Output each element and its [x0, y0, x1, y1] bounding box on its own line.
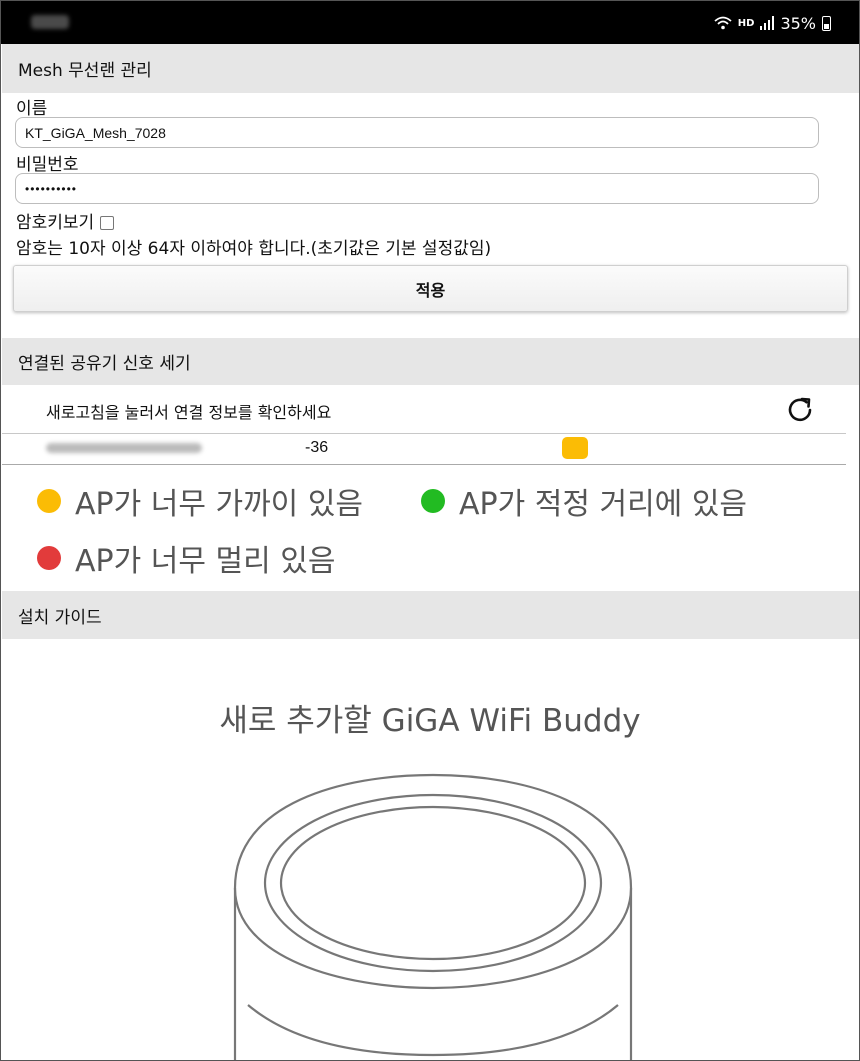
password-rule-text: 암호는 10자 이상 64자 이하여야 합니다.(초기값은 기본 설정값임): [16, 239, 492, 259]
battery-icon: [822, 15, 831, 31]
legend-label: AP가 너무 멀리 있음: [75, 544, 336, 579]
yellow-dot-icon: [37, 489, 61, 513]
guide-section-header: 설치 가이드: [2, 591, 859, 639]
legend-label: AP가 적정 거리에 있음: [459, 487, 748, 522]
show-password-row: 암호키보기: [16, 208, 115, 233]
status-icons: HD 35%: [714, 11, 831, 35]
show-password-label: 암호키보기: [16, 213, 95, 233]
cell-signal-icon: [760, 16, 775, 30]
legend-item-too-far: AP가 너무 멀리 있음: [37, 536, 335, 580]
hd-voice-label: HD: [737, 17, 755, 29]
wifi-icon: [714, 16, 732, 30]
password-label: 비밀번호: [16, 155, 79, 175]
rssi-value: -36: [305, 439, 329, 456]
wifi-buddy-device-illustration: [233, 773, 633, 1060]
name-label: 이름: [16, 99, 48, 119]
name-input[interactable]: KT_GiGA_Mesh_7028: [15, 117, 819, 148]
mesh-section-header: Mesh 무선랜 관리: [2, 44, 859, 93]
red-dot-icon: [37, 546, 61, 570]
ap-name-blurred: [46, 443, 202, 453]
status-bar: HD 35%: [1, 1, 859, 44]
guide-title: 새로 추가할 GiGA WiFi Buddy: [219, 703, 641, 739]
refresh-hint-text: 새로고침을 눌러서 연결 정보를 확인하세요: [46, 403, 332, 422]
show-password-checkbox[interactable]: [100, 216, 115, 230]
refresh-hint-row: 새로고침을 눌러서 연결 정보를 확인하세요: [2, 385, 846, 434]
signal-status-indicator: [562, 437, 588, 459]
password-input[interactable]: ••••••••••: [15, 173, 819, 204]
legend-label: AP가 너무 가까이 있음: [75, 487, 364, 522]
battery-percent: 35%: [780, 13, 816, 33]
refresh-icon[interactable]: [783, 393, 817, 427]
apply-button[interactable]: 적용: [13, 265, 848, 312]
green-dot-icon: [421, 489, 445, 513]
app-frame: HD 35% Mesh 무선랜 관리 이름 KT_GiGA_Mesh_7028 …: [0, 0, 860, 1061]
legend-item-too-close: AP가 너무 가까이 있음: [37, 479, 363, 523]
signal-section-header: 연결된 공유기 신호 세기: [2, 338, 859, 385]
legend-item-good: AP가 적정 거리에 있음: [421, 479, 747, 523]
carrier-label-blurred: [31, 15, 69, 29]
table-row: -36: [2, 434, 846, 465]
